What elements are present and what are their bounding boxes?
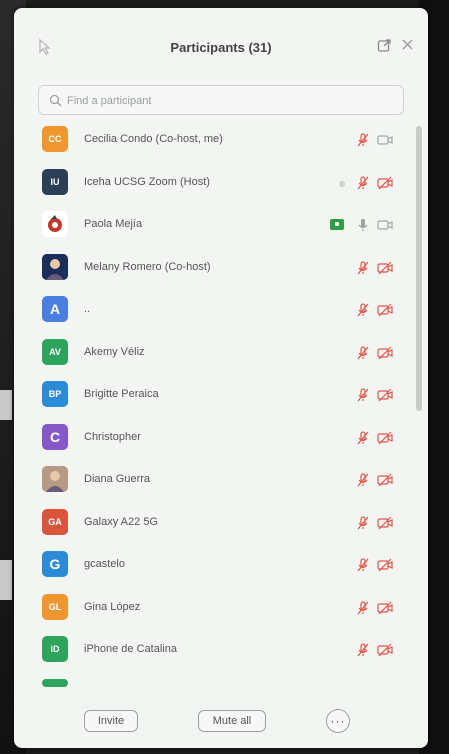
avatar: AV [42, 338, 68, 365]
mic-muted-icon[interactable] [354, 429, 372, 447]
participant-name: Brigitte Peraica [84, 388, 159, 400]
participant-row[interactable]: BP Brigitte Peraica [14, 375, 412, 417]
participant-name: Akemy Véliz [84, 345, 145, 358]
panel-footer: Invite Mute all [14, 708, 428, 748]
participant-name: Paola Mejía [84, 218, 143, 230]
participants-panel: Participants (31) CC Cecilia Condo (Co-ho… [14, 8, 428, 748]
camera-off-icon[interactable] [376, 514, 394, 532]
background-strip [0, 560, 12, 600]
participant-list: CC Cecilia Condo (Co-host, me) IU Iceha UCS… [14, 120, 412, 710]
participant-row[interactable]: A.. [14, 290, 412, 332]
mic-muted-icon[interactable] [354, 641, 372, 659]
mic-muted-icon[interactable] [354, 386, 372, 404]
participant-row[interactable]: CC Cecilia Condo (Co-host, me) [14, 120, 412, 162]
avatar: iD [42, 636, 68, 662]
participant-row[interactable]: Melany Romero (Co-host) [14, 248, 412, 290]
camera-off-icon[interactable] [376, 429, 394, 447]
participant-row[interactable]: Ggcastelo [14, 545, 412, 587]
camera-off-icon[interactable] [376, 386, 394, 404]
background-strip [0, 390, 12, 420]
microphone-icon[interactable] [354, 216, 372, 234]
avatar: BP [42, 381, 68, 407]
camera-off-icon[interactable] [376, 301, 394, 319]
avatar [42, 466, 68, 492]
status-dot [339, 180, 345, 187]
participant-row[interactable]: iD iPhone de Catalina [14, 630, 412, 672]
camera-off-icon[interactable] [376, 641, 394, 659]
camera-off-icon[interactable] [376, 344, 394, 362]
participant-row[interactable]: Paola Mejía [14, 205, 412, 247]
avatar: CC [42, 126, 68, 152]
mic-muted-icon[interactable] [354, 259, 372, 277]
camera-off-icon[interactable] [376, 216, 394, 234]
participant-row[interactable]: Diana Guerra [14, 460, 412, 502]
avatar: C [42, 423, 68, 450]
search-icon [49, 94, 62, 107]
camera-off-icon[interactable] [376, 174, 394, 192]
participant-name: .. [84, 303, 91, 315]
more-options-button[interactable] [326, 709, 350, 733]
participant-name: gcastelo [84, 558, 125, 570]
participant-name: Melany Romero (Co-host) [84, 260, 211, 273]
mic-muted-icon[interactable] [354, 471, 372, 489]
search-box[interactable] [38, 85, 404, 115]
invite-button[interactable]: Invite [84, 710, 138, 732]
photo-icon [42, 253, 68, 280]
participant-name: Cecilia Condo (Co-host, me) [84, 133, 223, 145]
scrollbar[interactable] [416, 126, 422, 411]
participant-row[interactable]: GL Gina López [14, 588, 412, 630]
panel-title: Participants (31) [170, 40, 272, 55]
panel-header: Participants (31) [14, 8, 428, 68]
share-screen-icon [330, 219, 344, 230]
participant-name: Gina López [84, 600, 141, 613]
camera-off-icon[interactable] [376, 259, 394, 277]
participant-row[interactable]: GA Galaxy A22 5G [14, 503, 412, 545]
mic-muted-icon[interactable] [354, 301, 372, 319]
avatar: IU [42, 168, 68, 195]
avatar: GA [42, 508, 68, 535]
mic-muted-icon[interactable] [354, 174, 372, 192]
participant-name: Galaxy A22 5G [84, 515, 158, 528]
avatar [42, 253, 68, 280]
camera-off-icon[interactable] [376, 131, 394, 149]
participant-row[interactable]: IU Iceha UCSG Zoom (Host) [14, 163, 412, 205]
avatar: GL [42, 593, 68, 620]
participant-row[interactable]: C Christopher [14, 418, 412, 460]
mic-muted-icon[interactable] [354, 514, 372, 532]
mute-all-button[interactable]: Mute all [198, 710, 266, 732]
avatar [42, 211, 68, 237]
mic-muted-icon[interactable] [354, 599, 372, 617]
camera-off-icon[interactable] [376, 599, 394, 617]
avatar [42, 678, 68, 687]
camera-off-icon[interactable] [376, 471, 394, 489]
close-icon[interactable] [401, 38, 414, 51]
mic-muted-icon[interactable] [354, 131, 372, 149]
camera-off-icon[interactable] [376, 556, 394, 574]
participant-name: Christopher [84, 430, 141, 443]
participant-row[interactable]: AV Akemy Véliz [14, 333, 412, 375]
participant-name: Diana Guerra [84, 473, 151, 485]
search-input[interactable] [65, 90, 389, 112]
photo-icon [42, 466, 68, 492]
avatar: G [42, 551, 68, 577]
participant-name: iPhone de Catalina [84, 643, 177, 655]
popout-icon[interactable] [377, 38, 392, 53]
mic-muted-icon[interactable] [354, 344, 372, 362]
logo-icon [48, 215, 62, 232]
avatar: A [42, 296, 68, 322]
participant-name: Iceha UCSG Zoom (Host) [84, 175, 210, 188]
mic-muted-icon[interactable] [354, 556, 372, 574]
